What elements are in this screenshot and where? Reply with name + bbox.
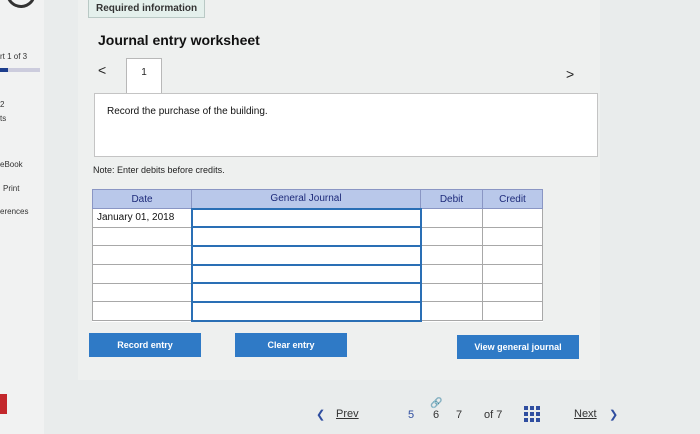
account-cell[interactable] <box>190 207 422 229</box>
transaction-description-box: Record the purchase of the building. <box>94 93 598 157</box>
debit-cell[interactable] <box>420 301 483 322</box>
credit-cell[interactable] <box>482 245 543 266</box>
points-number: 2 <box>0 100 5 109</box>
sidebar-item-ebook[interactable]: eBook <box>0 160 23 169</box>
credit-cell[interactable] <box>482 226 543 247</box>
table-row: January 01, 2018 <box>92 207 543 229</box>
clear-entry-button[interactable]: Clear entry <box>235 333 347 357</box>
grid-icon[interactable] <box>524 406 540 422</box>
account-cell[interactable] <box>190 226 422 247</box>
logo-arc-icon <box>1 0 41 13</box>
table-row <box>92 263 543 285</box>
transaction-description: Record the purchase of the building. <box>107 106 268 117</box>
debit-header: Debit <box>420 189 483 209</box>
date-cell[interactable] <box>92 226 192 247</box>
debit-cell[interactable] <box>420 264 483 284</box>
next-chevron-icon[interactable]: ❯ <box>609 408 618 421</box>
credit-header: Credit <box>482 189 543 209</box>
next-page-link[interactable]: Next <box>574 408 597 420</box>
prev-page-link[interactable]: Prev <box>336 408 359 420</box>
left-sidebar: rt 1 of 3 2 ts eBook Print erences <box>0 0 44 434</box>
record-entry-button[interactable]: Record entry <box>89 333 201 357</box>
credit-cell[interactable] <box>482 301 543 322</box>
part-label: rt 1 of 3 <box>0 52 28 61</box>
link-icon: 🔗 <box>430 398 443 409</box>
instruction-note: Note: Enter debits before credits. <box>93 165 225 175</box>
date-cell[interactable] <box>92 245 192 266</box>
sidebar-item-print[interactable]: Print <box>3 184 19 193</box>
date-cell[interactable]: January 01, 2018 <box>92 208 192 228</box>
prev-chevron-icon[interactable]: ❮ <box>316 408 325 421</box>
page-6-link[interactable]: 6 <box>433 409 439 421</box>
table-row <box>92 226 543 247</box>
journal-table: Date General Journal Debit Credit Januar… <box>92 189 543 322</box>
required-information-tab[interactable]: Required information <box>88 0 206 18</box>
next-entry-arrow[interactable]: > <box>566 66 574 82</box>
part-progress-bar <box>0 68 40 72</box>
account-cell[interactable] <box>190 282 422 303</box>
points-label: ts <box>0 114 7 123</box>
view-general-journal-button[interactable]: View general journal <box>457 335 579 359</box>
debit-cell[interactable] <box>420 282 483 303</box>
general-journal-header: General Journal <box>191 189 421 209</box>
date-cell[interactable] <box>92 282 192 303</box>
credit-cell[interactable] <box>482 208 543 228</box>
debit-cell[interactable] <box>420 245 483 266</box>
debit-cell[interactable] <box>420 226 483 247</box>
entry-tab-1[interactable]: 1 <box>126 58 162 94</box>
account-cell[interactable] <box>190 300 422 322</box>
page-7-link[interactable]: 7 <box>456 409 462 421</box>
sidebar-item-references[interactable]: erences <box>0 207 28 216</box>
table-row <box>92 282 543 303</box>
prev-entry-arrow[interactable]: < <box>98 62 106 78</box>
date-header: Date <box>92 189 192 209</box>
table-row <box>92 300 543 322</box>
worksheet-panel: Required information Journal entry works… <box>78 0 600 380</box>
credit-cell[interactable] <box>482 264 543 284</box>
date-cell[interactable] <box>92 301 192 322</box>
account-cell[interactable] <box>190 263 422 285</box>
flag-marker <box>0 394 7 414</box>
date-cell[interactable] <box>92 264 192 284</box>
table-row <box>92 244 543 266</box>
page-title: Journal entry worksheet <box>98 32 260 48</box>
page-5-link[interactable]: 5 <box>408 409 414 421</box>
credit-cell[interactable] <box>482 282 543 303</box>
page-count: of 7 <box>484 409 503 421</box>
account-cell[interactable] <box>190 244 422 266</box>
debit-cell[interactable] <box>420 208 483 228</box>
